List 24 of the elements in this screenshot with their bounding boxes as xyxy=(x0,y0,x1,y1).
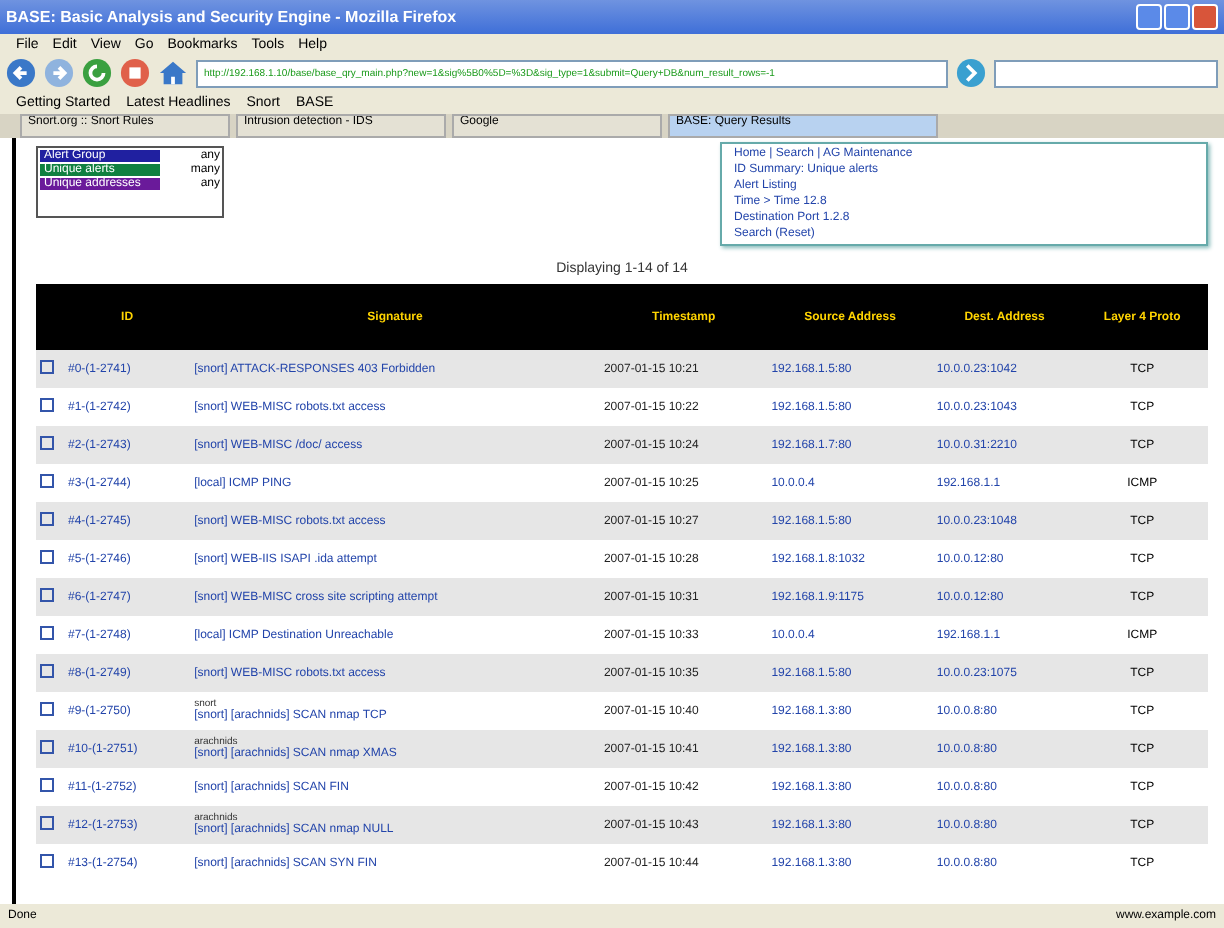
window-title: BASE: Basic Analysis and Security Engine - Mozilla Firefox xyxy=(6,8,457,26)
row-checkbox[interactable] xyxy=(40,778,54,792)
row-checkbox[interactable] xyxy=(40,436,54,450)
row-checkbox[interactable] xyxy=(40,550,54,564)
row-checkbox[interactable] xyxy=(40,702,54,716)
maximize-button[interactable] xyxy=(1164,4,1190,30)
row-checkbox[interactable] xyxy=(40,588,54,602)
back-icon[interactable] xyxy=(6,58,36,88)
search-field[interactable] xyxy=(994,59,1218,87)
row-checkbox[interactable] xyxy=(40,360,54,374)
row-checkbox[interactable] xyxy=(40,740,54,754)
row-checkbox[interactable] xyxy=(40,626,54,640)
row-checkbox[interactable] xyxy=(40,512,54,526)
row-checkbox[interactable] xyxy=(40,398,54,412)
row-checkbox[interactable] xyxy=(40,854,54,868)
row-checkbox[interactable] xyxy=(40,664,54,678)
home-icon[interactable] xyxy=(158,58,188,88)
go-icon[interactable] xyxy=(956,58,986,88)
row-checkbox[interactable] xyxy=(40,816,54,830)
minimize-button[interactable] xyxy=(1136,4,1162,30)
stop-icon[interactable] xyxy=(120,58,150,88)
row-checkbox[interactable] xyxy=(40,474,54,488)
reload-icon[interactable] xyxy=(82,58,112,88)
close-button[interactable] xyxy=(1192,4,1218,30)
